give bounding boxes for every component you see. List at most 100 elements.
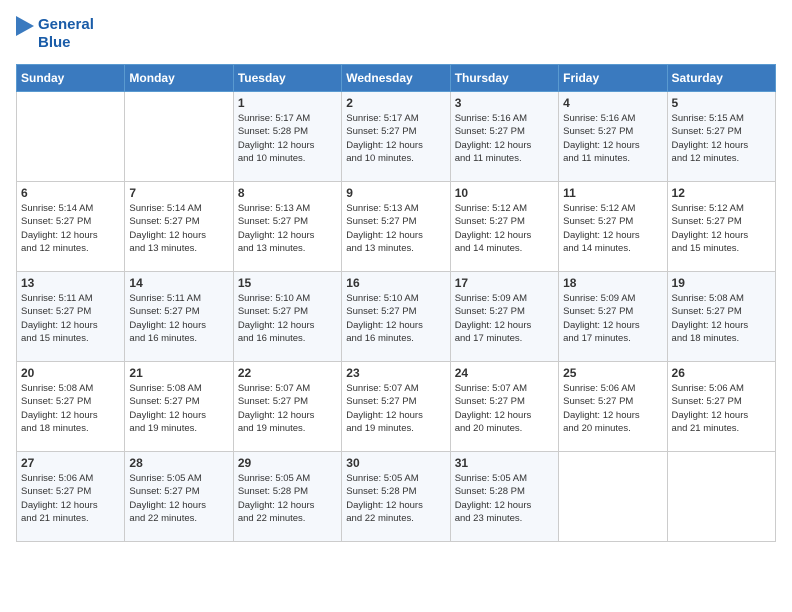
cell-details: Sunrise: 5:07 AMSunset: 5:27 PMDaylight:… [346,382,445,435]
day-number: 1 [238,96,337,110]
cell-details: Sunrise: 5:16 AMSunset: 5:27 PMDaylight:… [455,112,554,165]
calendar-cell: 22 Sunrise: 5:07 AMSunset: 5:27 PMDayligh… [233,362,341,452]
header-thursday: Thursday [450,65,558,92]
cell-details: Sunrise: 5:14 AMSunset: 5:27 PMDaylight:… [21,202,120,255]
calendar-cell: 30 Sunrise: 5:05 AMSunset: 5:28 PMDayligh… [342,452,450,542]
header-wednesday: Wednesday [342,65,450,92]
day-number: 22 [238,366,337,380]
day-number: 20 [21,366,120,380]
calendar-cell: 26Sunrise: 5:06 AMSunset: 5:27 PMDayligh… [667,362,775,452]
day-number: 7 [129,186,228,200]
day-number: 14 [129,276,228,290]
calendar-cell: 2 Sunrise: 5:17 AMSunset: 5:27 PMDaylight… [342,92,450,182]
day-number: 19 [672,276,771,290]
cell-details: Sunrise: 5:05 AMSunset: 5:28 PMDaylight:… [346,472,445,525]
calendar-cell: 1 Sunrise: 5:17 AMSunset: 5:28 PMDaylight… [233,92,341,182]
calendar-cell: 10Sunrise: 5:12 AMSunset: 5:27 PMDayligh… [450,182,558,272]
calendar-cell: 29 Sunrise: 5:05 AMSunset: 5:28 PMDayligh… [233,452,341,542]
cell-details: Sunrise: 5:05 AMSunset: 5:28 PMDaylight:… [455,472,554,525]
calendar-week-row: 27Sunrise: 5:06 AMSunset: 5:27 PMDayligh… [17,452,776,542]
cell-details: Sunrise: 5:16 AMSunset: 5:27 PMDaylight:… [563,112,662,165]
header-tuesday: Tuesday [233,65,341,92]
calendar-week-row: 1 Sunrise: 5:17 AMSunset: 5:28 PMDaylight… [17,92,776,182]
cell-details: Sunrise: 5:12 AMSunset: 5:27 PMDaylight:… [455,202,554,255]
day-number: 27 [21,456,120,470]
day-number: 3 [455,96,554,110]
calendar-cell: 11Sunrise: 5:12 AMSunset: 5:27 PMDayligh… [559,182,667,272]
cell-details: Sunrise: 5:08 AMSunset: 5:27 PMDaylight:… [21,382,120,435]
calendar-cell: 8 Sunrise: 5:13 AMSunset: 5:27 PMDaylight… [233,182,341,272]
calendar-cell: 3 Sunrise: 5:16 AMSunset: 5:27 PMDaylight… [450,92,558,182]
calendar-cell [667,452,775,542]
day-number: 12 [672,186,771,200]
calendar-cell: 23Sunrise: 5:07 AMSunset: 5:27 PMDayligh… [342,362,450,452]
cell-details: Sunrise: 5:08 AMSunset: 5:27 PMDaylight:… [672,292,771,345]
calendar-cell: 16Sunrise: 5:10 AMSunset: 5:27 PMDayligh… [342,272,450,362]
day-number: 6 [21,186,120,200]
day-number: 9 [346,186,445,200]
calendar-cell: 25Sunrise: 5:06 AMSunset: 5:27 PMDayligh… [559,362,667,452]
day-number: 25 [563,366,662,380]
calendar-cell [559,452,667,542]
day-number: 4 [563,96,662,110]
calendar-header-row: SundayMondayTuesdayWednesdayThursdayFrid… [17,65,776,92]
cell-details: Sunrise: 5:11 AMSunset: 5:27 PMDaylight:… [129,292,228,345]
day-number: 29 [238,456,337,470]
cell-details: Sunrise: 5:08 AMSunset: 5:27 PMDaylight:… [129,382,228,435]
day-number: 8 [238,186,337,200]
cell-details: Sunrise: 5:09 AMSunset: 5:27 PMDaylight:… [455,292,554,345]
cell-details: Sunrise: 5:15 AMSunset: 5:27 PMDaylight:… [672,112,771,165]
day-number: 28 [129,456,228,470]
calendar-cell: 27Sunrise: 5:06 AMSunset: 5:27 PMDayligh… [17,452,125,542]
calendar-cell: 6 Sunrise: 5:14 AMSunset: 5:27 PMDaylight… [17,182,125,272]
calendar-cell: 13Sunrise: 5:11 AMSunset: 5:27 PMDayligh… [17,272,125,362]
cell-details: Sunrise: 5:05 AMSunset: 5:28 PMDaylight:… [238,472,337,525]
logo: General Blue [16,16,94,52]
header-saturday: Saturday [667,65,775,92]
day-number: 15 [238,276,337,290]
cell-details: Sunrise: 5:11 AMSunset: 5:27 PMDaylight:… [21,292,120,345]
day-number: 30 [346,456,445,470]
day-number: 24 [455,366,554,380]
calendar-cell: 21 Sunrise: 5:08 AMSunset: 5:27 PMDayligh… [125,362,233,452]
calendar-cell [125,92,233,182]
calendar-cell: 14 Sunrise: 5:11 AMSunset: 5:27 PMDayligh… [125,272,233,362]
logo-line1: General [38,16,94,34]
calendar-cell: 15 Sunrise: 5:10 AMSunset: 5:27 PMDayligh… [233,272,341,362]
header-monday: Monday [125,65,233,92]
cell-details: Sunrise: 5:17 AMSunset: 5:28 PMDaylight:… [238,112,337,165]
calendar-cell: 18Sunrise: 5:09 AMSunset: 5:27 PMDayligh… [559,272,667,362]
logo-triangle-icon [16,16,34,52]
cell-details: Sunrise: 5:05 AMSunset: 5:27 PMDaylight:… [129,472,228,525]
header-friday: Friday [559,65,667,92]
cell-details: Sunrise: 5:14 AMSunset: 5:27 PMDaylight:… [129,202,228,255]
day-number: 16 [346,276,445,290]
calendar-week-row: 6 Sunrise: 5:14 AMSunset: 5:27 PMDaylight… [17,182,776,272]
day-number: 21 [129,366,228,380]
calendar-cell: 12Sunrise: 5:12 AMSunset: 5:27 PMDayligh… [667,182,775,272]
cell-details: Sunrise: 5:07 AMSunset: 5:27 PMDaylight:… [238,382,337,435]
logo-line2: Blue [38,34,94,52]
logo-wrapper: General Blue [16,16,94,52]
calendar-cell: 17Sunrise: 5:09 AMSunset: 5:27 PMDayligh… [450,272,558,362]
cell-details: Sunrise: 5:13 AMSunset: 5:27 PMDaylight:… [238,202,337,255]
calendar-table: SundayMondayTuesdayWednesdayThursdayFrid… [16,64,776,542]
day-number: 31 [455,456,554,470]
calendar-cell: 5 Sunrise: 5:15 AMSunset: 5:27 PMDaylight… [667,92,775,182]
cell-details: Sunrise: 5:17 AMSunset: 5:27 PMDaylight:… [346,112,445,165]
cell-details: Sunrise: 5:10 AMSunset: 5:27 PMDaylight:… [238,292,337,345]
page-header: General Blue [16,16,776,52]
calendar-cell: 20 Sunrise: 5:08 AMSunset: 5:27 PMDayligh… [17,362,125,452]
day-number: 2 [346,96,445,110]
header-sunday: Sunday [17,65,125,92]
day-number: 11 [563,186,662,200]
calendar-cell: 24Sunrise: 5:07 AMSunset: 5:27 PMDayligh… [450,362,558,452]
calendar-cell: 19 Sunrise: 5:08 AMSunset: 5:27 PMDayligh… [667,272,775,362]
calendar-cell: 28 Sunrise: 5:05 AMSunset: 5:27 PMDayligh… [125,452,233,542]
cell-details: Sunrise: 5:09 AMSunset: 5:27 PMDaylight:… [563,292,662,345]
calendar-cell [17,92,125,182]
calendar-cell: 9Sunrise: 5:13 AMSunset: 5:27 PMDaylight… [342,182,450,272]
day-number: 5 [672,96,771,110]
calendar-cell: 31 Sunrise: 5:05 AMSunset: 5:28 PMDayligh… [450,452,558,542]
cell-details: Sunrise: 5:06 AMSunset: 5:27 PMDaylight:… [672,382,771,435]
